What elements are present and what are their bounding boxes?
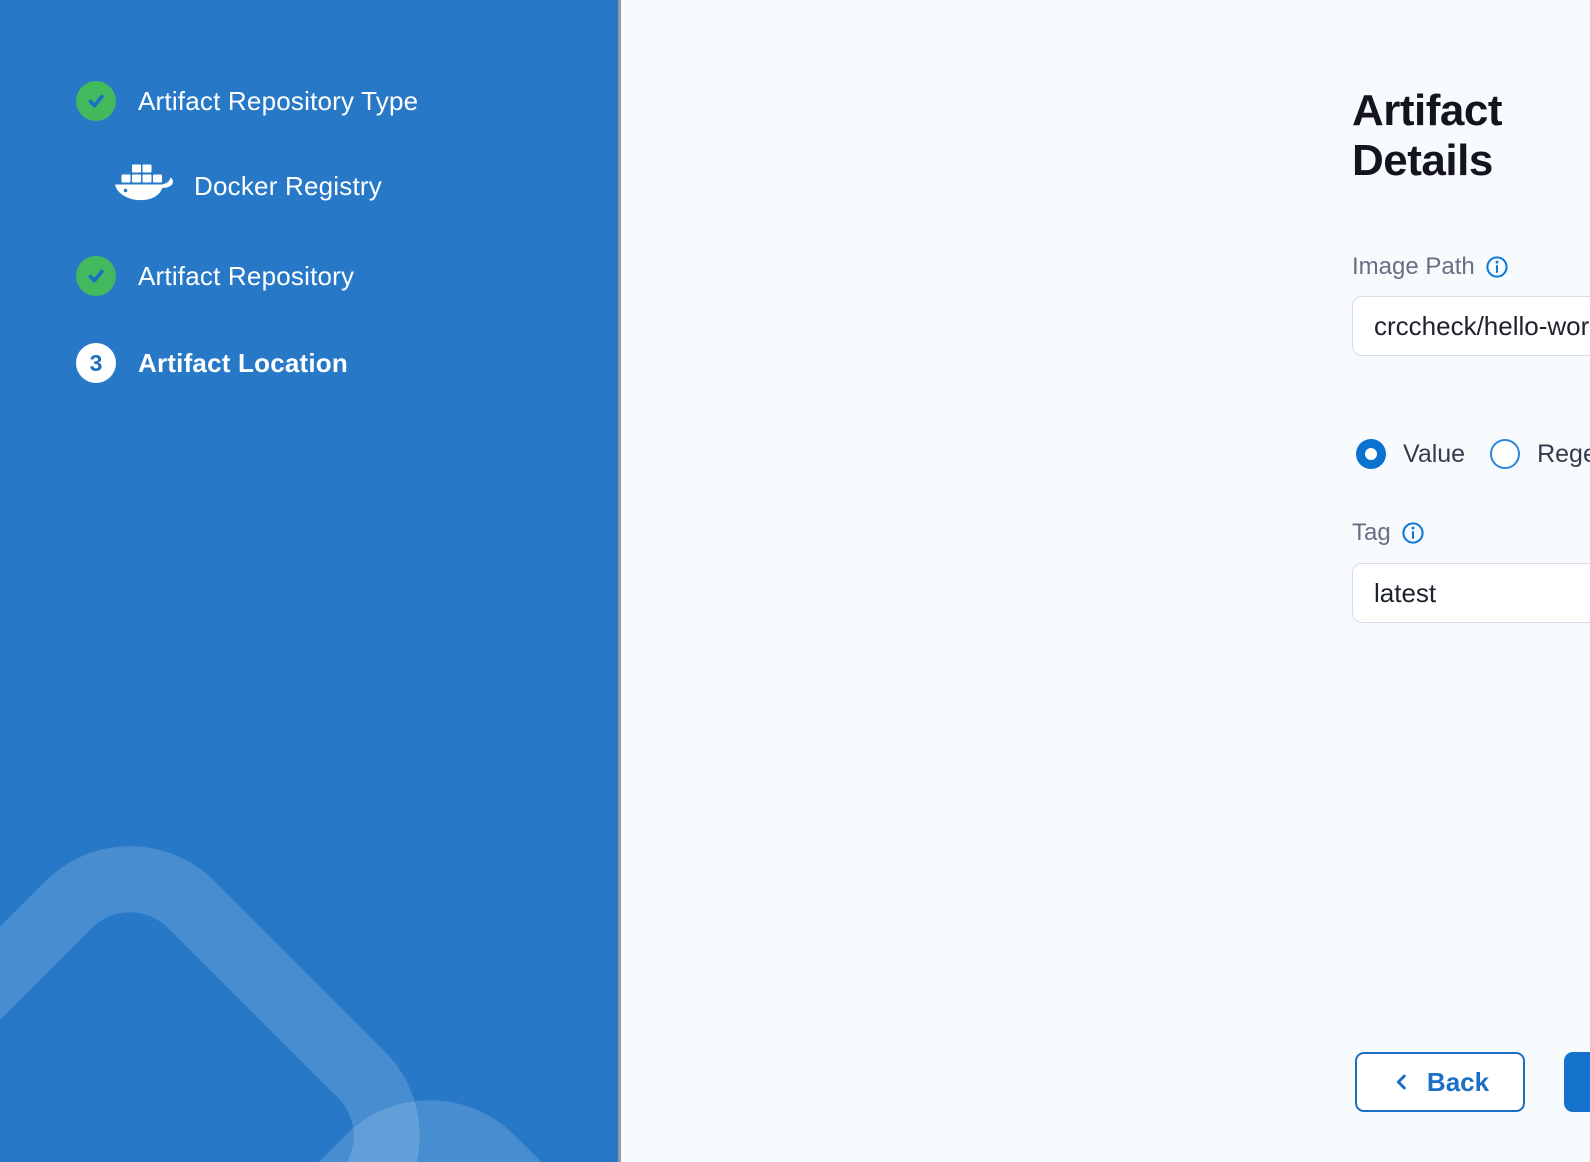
match-mode-radio-group: Value Regex bbox=[1356, 439, 1590, 469]
back-button[interactable]: Back bbox=[1355, 1052, 1525, 1112]
image-path-label: Image Path bbox=[1352, 253, 1475, 281]
chevron-left-icon bbox=[1391, 1071, 1413, 1093]
tag-input-wrap bbox=[1352, 563, 1590, 623]
tag-input[interactable] bbox=[1353, 564, 1590, 622]
back-button-label: Back bbox=[1427, 1067, 1489, 1098]
step-artifact-repository[interactable]: Artifact Repository bbox=[76, 256, 354, 296]
radio-selected-icon[interactable] bbox=[1356, 439, 1386, 469]
tag-input-group bbox=[1352, 563, 1590, 623]
artifact-wizard: Artifact Repository Type Docker Registry bbox=[0, 0, 1590, 1162]
step-complete-icon bbox=[76, 256, 116, 296]
substep-label: Docker Registry bbox=[194, 171, 382, 202]
docker-whale-icon bbox=[112, 163, 176, 209]
info-icon[interactable] bbox=[1401, 521, 1425, 545]
page-title: Artifact Details bbox=[1352, 86, 1590, 186]
tag-label: Tag bbox=[1352, 519, 1391, 547]
step-label: Artifact Repository Type bbox=[138, 86, 418, 117]
image-path-input[interactable] bbox=[1353, 297, 1590, 355]
radio-option-value[interactable]: Value bbox=[1356, 439, 1465, 469]
submit-button[interactable]: Submit bbox=[1564, 1052, 1590, 1112]
image-path-input-wrap bbox=[1352, 296, 1590, 356]
wizard-stepper-sidebar: Artifact Repository Type Docker Registry bbox=[0, 0, 621, 1162]
info-icon[interactable] bbox=[1485, 255, 1509, 279]
step-number: 3 bbox=[90, 350, 103, 377]
step-complete-icon bbox=[76, 81, 116, 121]
step-artifact-location[interactable]: 3 Artifact Location bbox=[76, 343, 348, 383]
radio-label: Value bbox=[1403, 440, 1465, 469]
image-path-label-row: Image Path bbox=[1352, 253, 1509, 281]
artifact-details-panel: Artifact Details Image Path bbox=[624, 0, 1590, 1162]
step-label: Artifact Location bbox=[138, 348, 348, 379]
tag-label-row: Tag bbox=[1352, 519, 1425, 547]
substep-docker-registry: Docker Registry bbox=[112, 163, 382, 209]
image-path-input-group bbox=[1352, 296, 1590, 356]
radio-label: Regex bbox=[1537, 440, 1590, 469]
radio-option-regex[interactable]: Regex bbox=[1490, 439, 1590, 469]
radio-unselected-icon[interactable] bbox=[1490, 439, 1520, 469]
step-artifact-repository-type[interactable]: Artifact Repository Type bbox=[76, 81, 418, 121]
step-label: Artifact Repository bbox=[138, 261, 354, 292]
step-number-badge: 3 bbox=[76, 343, 116, 383]
